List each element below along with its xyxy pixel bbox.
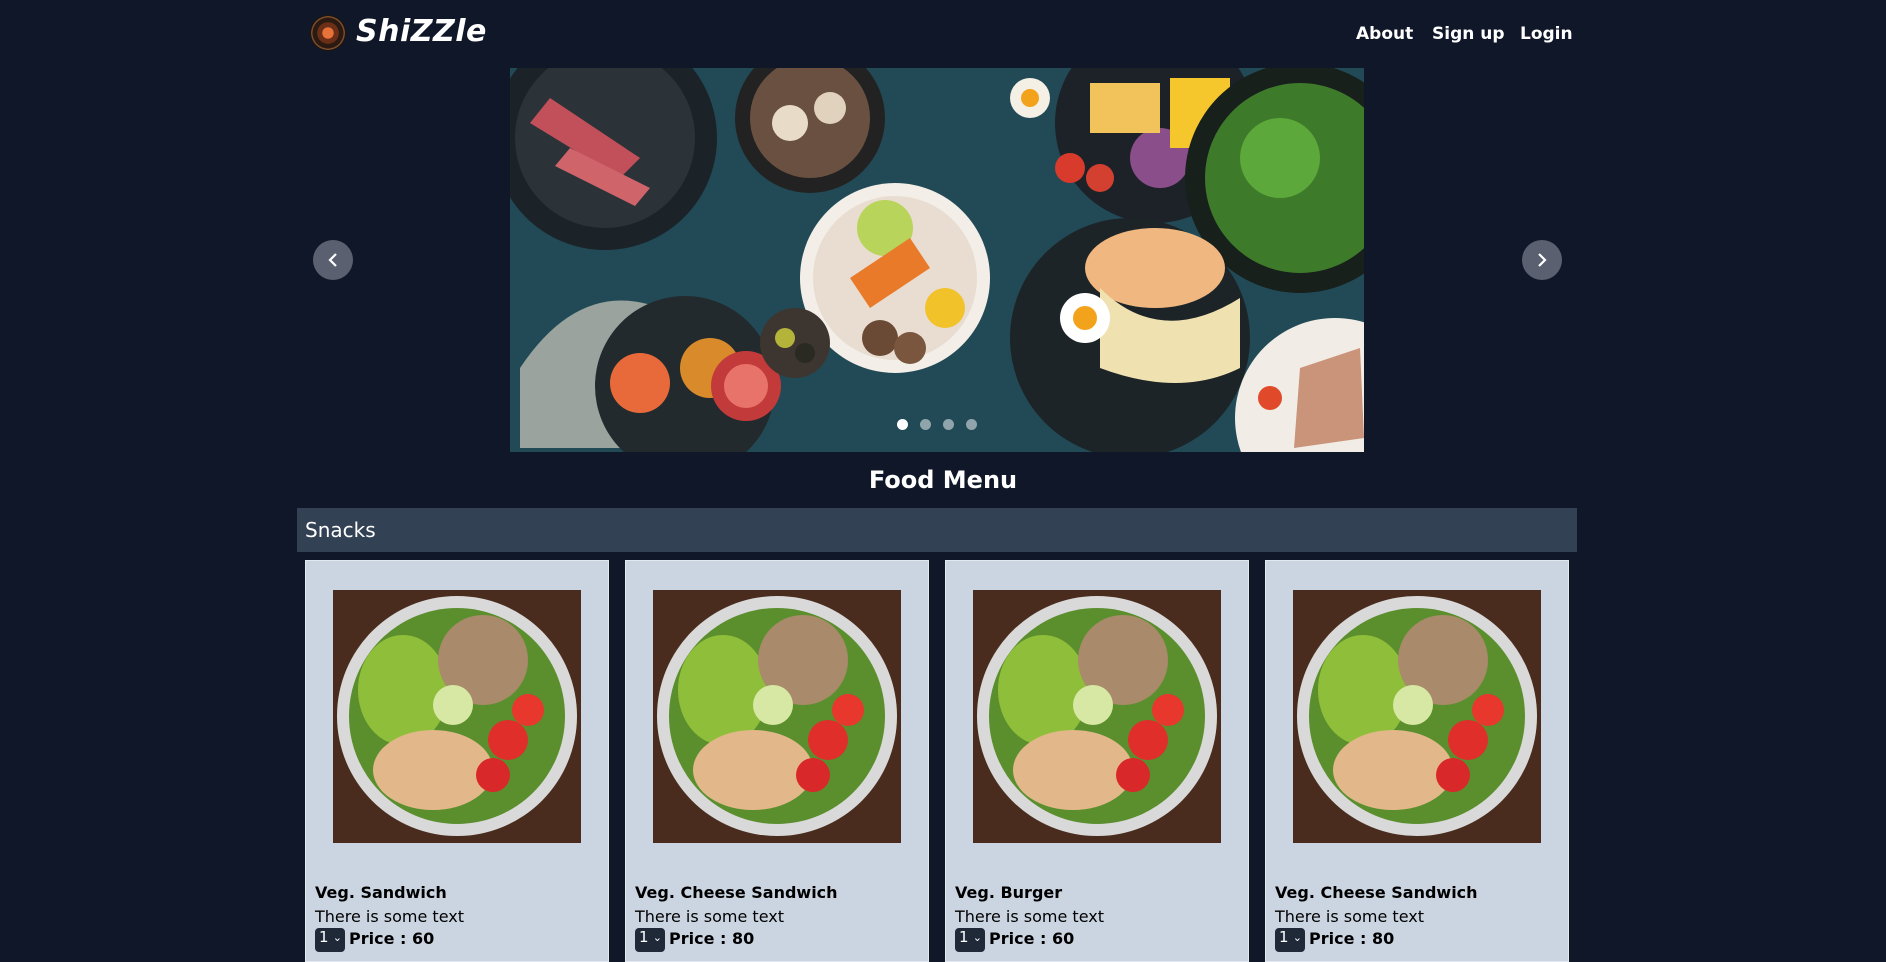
nav-about[interactable]: About: [1356, 24, 1413, 44]
hero-carousel: [510, 68, 1364, 452]
category-bar: Snacks: [297, 508, 1577, 552]
hero-food-image: [510, 68, 1364, 452]
item-price: Price : 60: [989, 929, 1075, 948]
quantity-value: 1: [1279, 928, 1289, 946]
item-price: Price : 80: [669, 929, 755, 948]
quantity-select[interactable]: 1 ⌄: [315, 928, 345, 952]
food-image: [973, 590, 1221, 843]
item-name: Veg. Cheese Sandwich: [1275, 883, 1478, 902]
quantity-select[interactable]: 1 ⌄: [635, 928, 665, 952]
item-name: Veg. Sandwich: [315, 883, 447, 902]
menu-card: Veg. Sandwich There is some text 1 ⌄ Pric…: [305, 560, 609, 962]
logo-icon[interactable]: [310, 15, 346, 51]
navbar: ShiZZle About Sign up Login: [0, 0, 1886, 68]
item-description: There is some text: [1275, 907, 1424, 926]
item-price: Price : 80: [1309, 929, 1395, 948]
food-image: [653, 590, 901, 843]
item-name: Veg. Cheese Sandwich: [635, 883, 838, 902]
item-description: There is some text: [635, 907, 784, 926]
quantity-value: 1: [319, 928, 329, 946]
chevron-down-icon: ⌄: [1292, 931, 1302, 944]
quantity-select[interactable]: 1 ⌄: [1275, 928, 1305, 952]
chevron-down-icon: ⌄: [652, 931, 662, 944]
menu-card: Veg. Burger There is some text 1 ⌄ Price …: [945, 560, 1249, 962]
nav-signup[interactable]: Sign up: [1432, 24, 1505, 44]
chevron-left-icon: [328, 253, 337, 267]
item-description: There is some text: [315, 907, 464, 926]
item-price: Price : 60: [349, 929, 435, 948]
carousel-dot-3[interactable]: [943, 419, 954, 430]
quantity-select[interactable]: 1 ⌄: [955, 928, 985, 952]
item-description: There is some text: [955, 907, 1104, 926]
carousel-indicators: [510, 415, 1364, 434]
carousel-dot-2[interactable]: [920, 419, 931, 430]
brand-name[interactable]: ShiZZle: [356, 14, 487, 49]
page-title: Food Menu: [868, 466, 1018, 494]
quantity-value: 1: [639, 928, 649, 946]
carousel-prev-button[interactable]: [313, 240, 353, 280]
quantity-value: 1: [959, 928, 969, 946]
carousel-next-button[interactable]: [1522, 240, 1562, 280]
category-label: Snacks: [305, 518, 376, 542]
menu-card: Veg. Cheese Sandwich There is some text …: [1265, 560, 1569, 962]
carousel-dot-4[interactable]: [966, 419, 977, 430]
food-image: [333, 590, 581, 843]
nav-login[interactable]: Login: [1520, 24, 1573, 44]
carousel-dot-1[interactable]: [897, 419, 908, 430]
menu-card: Veg. Cheese Sandwich There is some text …: [625, 560, 929, 962]
chevron-down-icon: ⌄: [972, 931, 982, 944]
item-name: Veg. Burger: [955, 883, 1063, 902]
chevron-right-icon: [1538, 253, 1547, 267]
food-image: [1293, 590, 1541, 843]
chevron-down-icon: ⌄: [332, 931, 342, 944]
